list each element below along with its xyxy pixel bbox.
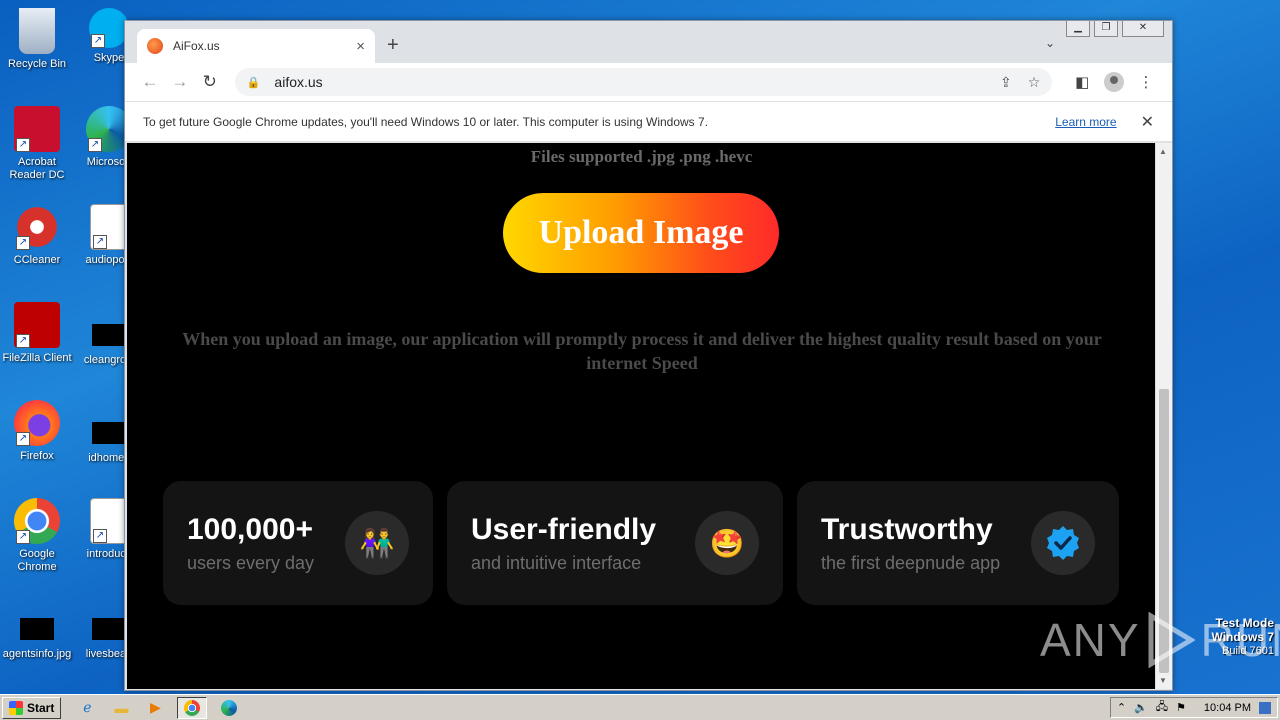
share-icon[interactable]: ⇪: [1000, 74, 1012, 91]
lock-icon[interactable]: 🔒: [247, 76, 261, 89]
desktop-icon-label: CCleaner: [13, 254, 61, 266]
tab-title: AiFox.us: [173, 39, 220, 53]
skype-icon: ↗: [89, 8, 129, 48]
desktop-icon-label: Skype: [93, 52, 125, 64]
tab-strip: AiFox.us × + ⌄ ▁ ❐ ✕: [125, 21, 1172, 63]
page-content: Files supported .jpg .png .hevc Upload I…: [127, 143, 1156, 689]
card-title: 100,000+: [187, 512, 313, 546]
desktop-icon-chrome[interactable]: ↗ Google Chrome: [0, 498, 74, 574]
action-center-flag-icon[interactable]: ⚑: [1176, 701, 1186, 714]
desktop-icon-firefox[interactable]: ↗ Firefox: [0, 400, 74, 463]
star-struck-face-icon: 🤩: [695, 511, 759, 575]
windows-flag-icon: [9, 700, 23, 715]
desktop-icon-label: Acrobat Reader DC: [9, 156, 65, 181]
system-tray: ⌃ 🔈 🖧 ⚑ 10:04 PM: [1109, 697, 1278, 718]
browser-toolbar: ← → ↻ 🔒 aifox.us ⇪ ☆ ◧ ⋮: [125, 63, 1172, 101]
media-player-icon[interactable]: ▶: [143, 697, 167, 719]
edge-icon[interactable]: [217, 697, 241, 719]
filezilla-icon: ↗: [14, 302, 60, 348]
learn-more-link[interactable]: Learn more: [1055, 115, 1116, 129]
card-title: User-friendly: [471, 512, 657, 546]
play-logo-icon: [1148, 612, 1195, 668]
anyrun-watermark: ANY RUN: [1040, 612, 1280, 668]
forward-arrow-icon[interactable]: →: [165, 72, 195, 92]
card-subtitle: and intuitive interface: [471, 552, 642, 573]
desktop-icon-filezilla[interactable]: ↗ FileZilla Client: [0, 302, 74, 365]
upload-image-button[interactable]: Upload Image: [503, 193, 779, 273]
kebab-menu-icon[interactable]: ⋮: [1130, 73, 1162, 91]
back-arrow-icon[interactable]: ←: [135, 72, 165, 92]
scroll-down-arrow-icon[interactable]: ▼: [1159, 676, 1167, 685]
infobar-close-icon[interactable]: ✕: [1141, 112, 1154, 132]
desktop-icon-label: Recycle Bin: [7, 58, 67, 70]
word-document-icon: ↗: [90, 498, 128, 544]
reload-icon[interactable]: ↻: [195, 72, 225, 92]
feature-card-users: 100,000+ users every day 👫: [163, 481, 433, 605]
file-thumbnail-icon: [92, 422, 126, 444]
volume-icon[interactable]: 🔈: [1134, 701, 1148, 714]
feature-card-trustworthy: Trustworthy the first deepnude app: [797, 481, 1119, 605]
upload-description: When you upload an image, our applicatio…: [182, 329, 1102, 373]
address-bar[interactable]: 🔒 aifox.us ⇪ ☆: [234, 68, 1053, 96]
restore-button[interactable]: ❐: [1094, 21, 1118, 37]
desktop-icon-label: Google Chrome: [17, 548, 57, 573]
infobar-message: To get future Google Chrome updates, you…: [143, 114, 709, 129]
url-text[interactable]: aifox.us: [274, 74, 984, 90]
minimize-button[interactable]: ▁: [1066, 21, 1090, 37]
card-subtitle: users every day: [187, 552, 315, 573]
recycle-bin-icon: [19, 8, 55, 54]
window-controls: ▁ ❐ ✕: [1066, 21, 1164, 37]
taskbar-chrome-button[interactable]: [177, 696, 208, 719]
tab-aifox[interactable]: AiFox.us ×: [137, 29, 375, 63]
profile-avatar-icon[interactable]: [1104, 72, 1125, 92]
anyrun-text-left: ANY: [1040, 614, 1141, 666]
scroll-up-arrow-icon[interactable]: ▲: [1159, 147, 1167, 156]
show-hidden-icons-arrow-icon[interactable]: ⌃: [1117, 701, 1126, 714]
acrobat-icon: ↗: [14, 106, 60, 152]
bookmark-star-icon[interactable]: ☆: [1028, 74, 1041, 91]
desktop-icon-acrobat[interactable]: ↗ Acrobat Reader DC: [0, 106, 74, 182]
page-scrollbar[interactable]: ▲ ▼: [1155, 143, 1172, 689]
quick-launch: ℯ ▬ ▶: [75, 696, 241, 719]
word-document-icon: ↗: [90, 204, 128, 250]
card-subtitle: the first deepnude app: [821, 552, 1001, 573]
clock[interactable]: 10:04 PM: [1204, 702, 1251, 714]
tab-search-chevron-icon[interactable]: ⌄: [1045, 36, 1055, 50]
anyrun-text-right: RUN: [1200, 614, 1280, 666]
folder-icon[interactable]: ▬: [109, 697, 133, 719]
card-title: Trustworthy: [821, 512, 993, 546]
desktop-icon-label: Firefox: [20, 450, 54, 462]
ccleaner-icon: ↗: [14, 204, 60, 250]
new-tab-button[interactable]: +: [387, 35, 399, 55]
update-infobar: To get future Google Chrome updates, you…: [125, 101, 1172, 142]
desktop-icon-recycle-bin[interactable]: Recycle Bin: [0, 8, 74, 71]
tab-close-icon[interactable]: ×: [356, 38, 365, 55]
firefox-icon: ↗: [14, 400, 60, 446]
peach-favicon-icon: [147, 38, 163, 54]
chrome-icon: ↗: [14, 498, 60, 544]
desktop-icon-ccleaner[interactable]: ↗ CCleaner: [0, 204, 74, 267]
files-supported-text: Files supported .jpg .png .hevc: [530, 147, 753, 166]
taskbar: Start ℯ ▬ ▶ ⌃ 🔈 🖧 ⚑ 10:04 PM: [0, 694, 1280, 720]
verified-badge-icon: [1031, 511, 1095, 575]
side-panel-icon[interactable]: ◧: [1066, 73, 1098, 91]
network-icon[interactable]: 🖧: [1156, 698, 1168, 717]
desktop-icon-label: FileZilla Client: [2, 352, 72, 364]
show-desktop-icon[interactable]: [1259, 701, 1271, 714]
chrome-icon: [184, 699, 201, 716]
internet-explorer-icon[interactable]: ℯ: [75, 697, 99, 719]
file-thumbnail-icon: [92, 618, 126, 640]
start-label: Start: [27, 700, 55, 715]
desktop-icon-label: agentsinfo.jpg: [2, 648, 72, 660]
people-holding-hands-icon: 👫: [345, 511, 409, 575]
start-button[interactable]: Start: [2, 696, 62, 719]
file-thumbnail-icon: [92, 324, 126, 346]
file-thumbnail-icon: [20, 618, 54, 640]
close-window-button[interactable]: ✕: [1122, 21, 1164, 37]
feature-card-user-friendly: User-friendly and intuitive interface 🤩: [447, 481, 783, 605]
desktop-icon-agentsinfo[interactable]: agentsinfo.jpg: [0, 606, 74, 661]
browser-window: AiFox.us × + ⌄ ▁ ❐ ✕ ← → ↻ 🔒 aifox.us ⇪ …: [124, 20, 1173, 691]
